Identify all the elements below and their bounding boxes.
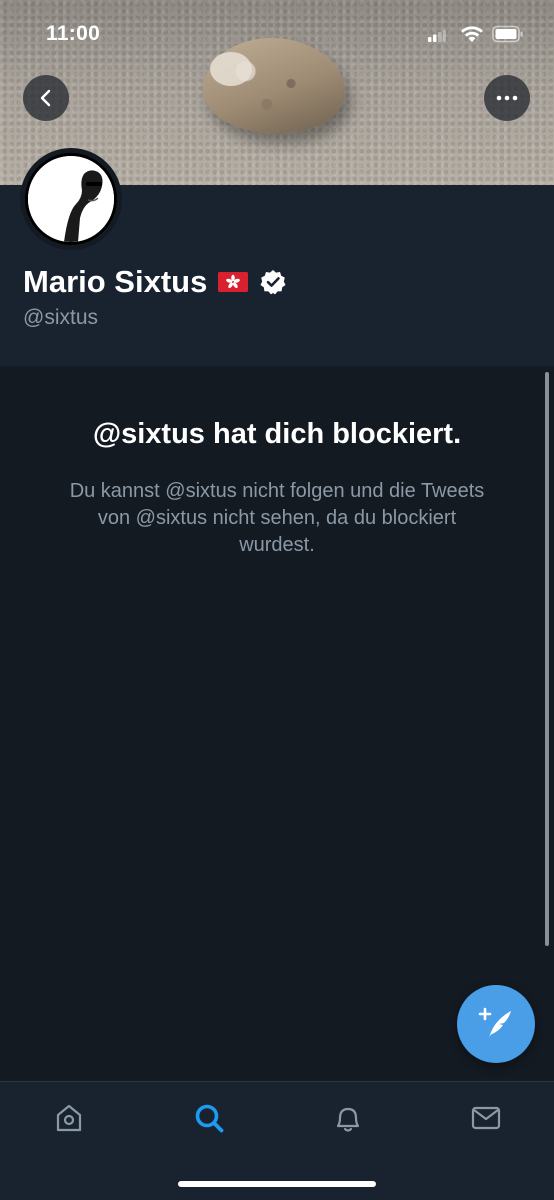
home-indicator[interactable] [178, 1181, 376, 1187]
compose-tweet-button[interactable] [457, 985, 535, 1063]
search-icon [195, 1104, 224, 1133]
profile-content [0, 366, 554, 1082]
chevron-left-icon [40, 89, 51, 107]
compose-tweet-icon [478, 1007, 511, 1038]
signal-icon [428, 30, 446, 42]
blocked-title: @sixtus hat dich blockiert. [92, 418, 462, 450]
wifi-icon [461, 26, 483, 42]
hong-kong-flag-icon [218, 272, 249, 292]
back-button[interactable] [23, 75, 69, 121]
bell-icon [336, 1107, 360, 1132]
display-name-row: Mario Sixtus [23, 263, 286, 301]
battery-icon [492, 25, 523, 43]
home-icon [56, 1104, 82, 1132]
nav-messages[interactable] [466, 1098, 506, 1138]
avatar-portrait-icon [28, 156, 114, 242]
mail-icon [471, 1106, 501, 1130]
more-options-button[interactable] [484, 75, 530, 121]
nav-search[interactable] [189, 1098, 229, 1138]
avatar-image [25, 153, 117, 245]
status-time: 11:00 [46, 22, 101, 45]
nav-notifications[interactable] [328, 1098, 368, 1138]
profile-handle: @sixtus [23, 306, 98, 329]
display-name: Mario Sixtus [23, 264, 208, 299]
status-bar: 11:00 [0, 0, 554, 68]
verified-badge-icon [260, 270, 286, 295]
avatar[interactable] [20, 148, 122, 250]
ellipsis-icon [496, 95, 518, 101]
nav-home[interactable] [49, 1098, 89, 1138]
scrollbar[interactable] [545, 372, 549, 946]
blocked-description: Du kannst @sixtus nicht folgen und die T… [69, 480, 485, 556]
